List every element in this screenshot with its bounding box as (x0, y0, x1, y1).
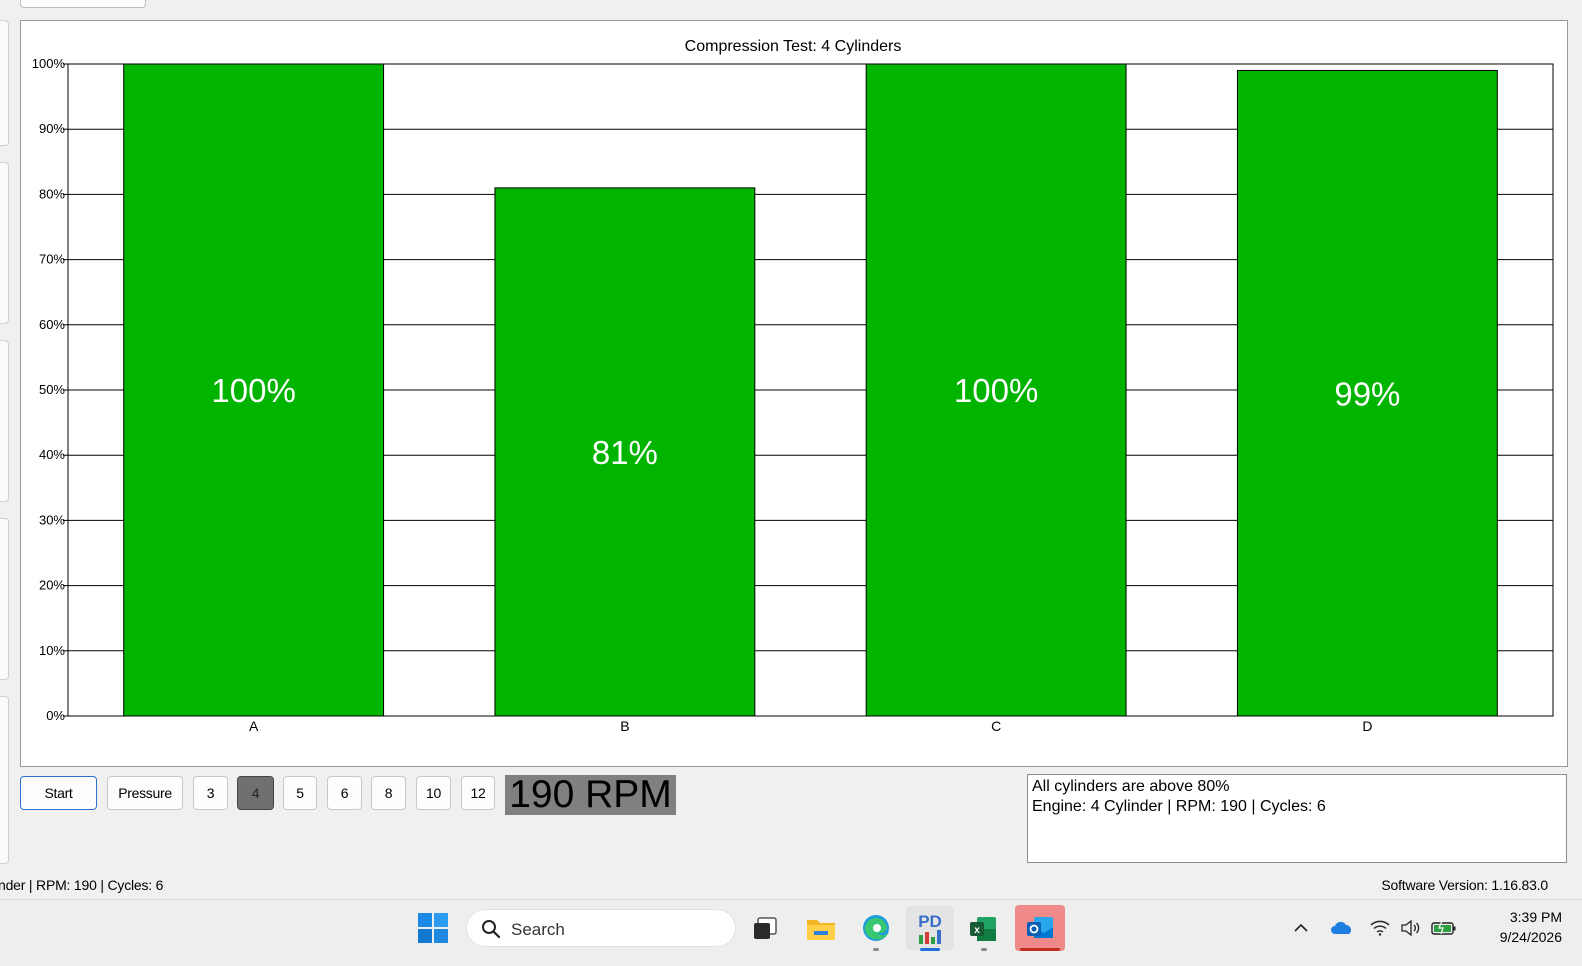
y-tick-label: 0% (46, 708, 65, 723)
x-category-label: D (1362, 718, 1372, 734)
top-button[interactable] (20, 0, 146, 8)
y-tick-label: 50% (39, 382, 65, 397)
edge-icon[interactable] (858, 910, 894, 946)
software-version: Software Version: 1.16.83.0 (1381, 877, 1548, 893)
status-left: nder | RPM: 190 | Cycles: 6 (0, 877, 164, 893)
start-button[interactable]: Start (20, 776, 97, 810)
bar-value-label: 81% (592, 434, 658, 471)
bar-value-label: 100% (954, 372, 1038, 409)
cylinder-5-button[interactable]: 5 (283, 776, 317, 810)
y-tick-label: 20% (39, 578, 65, 593)
pd-app-active-indicator (920, 948, 940, 951)
x-category-label: A (249, 718, 259, 734)
y-tick-label: 30% (39, 512, 65, 527)
rpm-display: 190 RPM (505, 775, 676, 815)
compression-chart: Compression Test: 4 Cylinders 0% 10% 20% 30… (32, 38, 1554, 734)
outlook-icon[interactable] (1015, 905, 1065, 951)
clock-time: 3:39 PM (1509, 909, 1562, 925)
y-tick-label: 10% (39, 643, 65, 658)
excel-icon[interactable]: x (966, 912, 1000, 946)
pressure-button[interactable]: Pressure (107, 776, 183, 810)
edge-running-indicator (873, 948, 879, 951)
y-tick-label: 70% (39, 252, 65, 267)
battery-icon[interactable] (1430, 917, 1458, 939)
cylinder-3-button[interactable]: 3 (193, 776, 228, 810)
left-panel-stub (0, 518, 9, 680)
y-tick-label: 40% (39, 447, 65, 462)
message-box: All cylinders are above 80% Engine: 4 Cy… (1027, 774, 1567, 863)
file-explorer-icon[interactable] (804, 912, 838, 946)
x-category-label: B (620, 718, 629, 734)
y-tick-label: 90% (39, 121, 65, 136)
cylinder-10-button[interactable]: 10 (416, 776, 451, 810)
search-icon (482, 920, 501, 939)
search-label: Search (511, 920, 565, 939)
show-hidden-icons-chevron-up-icon[interactable] (1290, 918, 1312, 938)
left-panel-stub (0, 696, 9, 864)
task-view-icon[interactable] (750, 914, 780, 944)
left-panel-stub (0, 162, 9, 324)
taskbar-clock[interactable]: 3:39 PM 9/24/2026 (1500, 907, 1562, 947)
svg-text:x: x (974, 925, 980, 936)
cylinder-12-button[interactable]: 12 (461, 776, 495, 810)
left-panel-stub (0, 20, 9, 146)
taskbar: Search PD x 3:39 PM 9/24/2026 (0, 899, 1582, 966)
pd-app-icon[interactable]: PD (906, 906, 954, 950)
taskbar-search[interactable]: Search (466, 909, 736, 947)
x-category-label: C (991, 718, 1001, 734)
y-tick-label: 100% (32, 56, 66, 71)
pd-app-label: PD (918, 911, 942, 931)
cylinder-4-button[interactable]: 4 (237, 776, 274, 810)
wifi-icon[interactable] (1368, 917, 1392, 939)
left-panel-stub (0, 340, 9, 502)
outlook-active-indicator (1020, 948, 1060, 951)
excel-running-indicator (981, 948, 987, 951)
cylinder-6-button[interactable]: 6 (327, 776, 362, 810)
clock-date: 9/24/2026 (1499, 929, 1562, 945)
y-tick-label: 80% (39, 186, 65, 201)
message-line-1: All cylinders are above 80% (1032, 778, 1230, 795)
y-tick-label: 60% (39, 317, 65, 332)
chart-panel: Compression Test: 4 Cylinders 0% 10% 20% 30… (20, 20, 1568, 767)
onedrive-icon[interactable] (1328, 918, 1356, 938)
message-line-2: Engine: 4 Cylinder | RPM: 190 | Cycles: … (1032, 798, 1326, 815)
bar-value-label: 100% (211, 372, 295, 409)
chart-title: Compression Test: 4 Cylinders (685, 38, 902, 55)
cylinder-8-button[interactable]: 8 (371, 776, 406, 810)
bar-value-label: 99% (1334, 375, 1400, 412)
volume-icon[interactable] (1398, 917, 1422, 939)
windows-start-icon[interactable] (417, 912, 449, 944)
